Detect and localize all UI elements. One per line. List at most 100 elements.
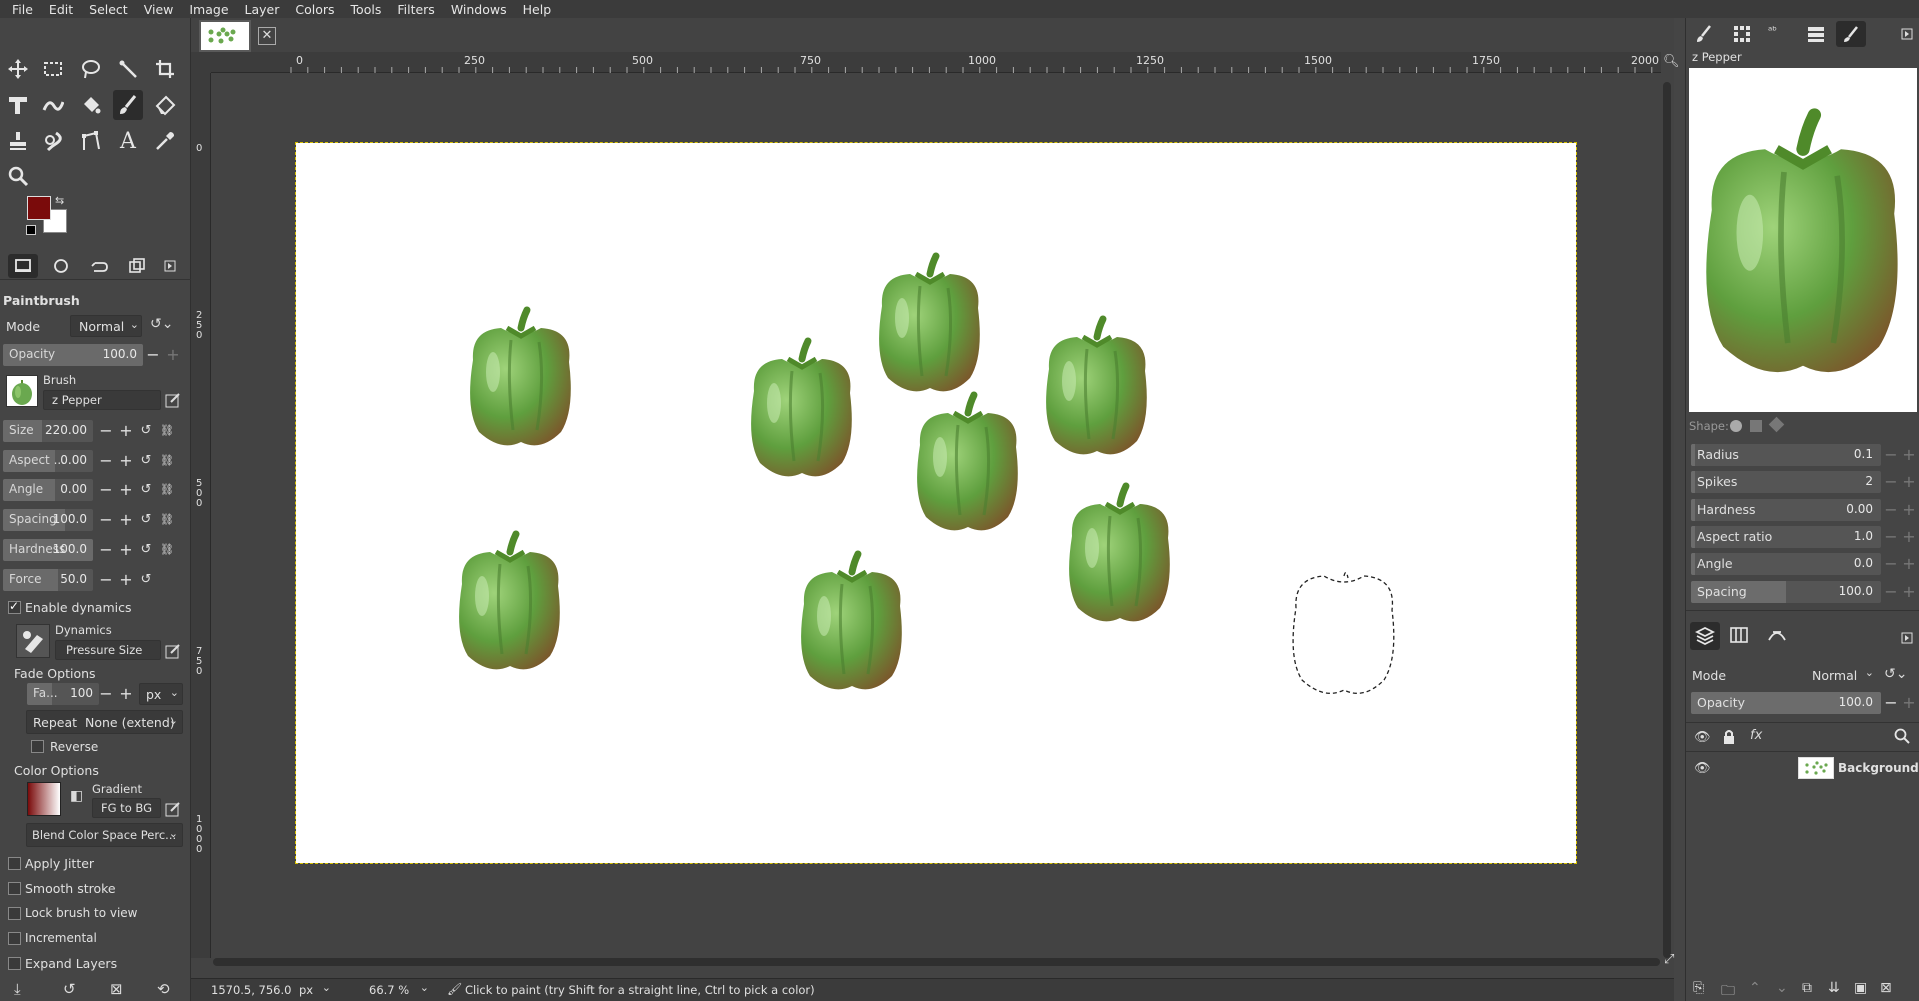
blend-color-space-select[interactable]: Blend Color Space Perc... ⌄ <box>26 823 183 847</box>
brush-angle-minus-button[interactable]: − <box>1882 553 1900 575</box>
spacing-reset-icon[interactable]: ↺ <box>137 509 155 531</box>
radius-plus-button[interactable]: + <box>1900 444 1918 466</box>
horizontal-ruler[interactable]: 0 250 500 750 1000 1250 1500 1750 2000 <box>211 52 1661 73</box>
force-minus-button[interactable]: − <box>97 569 115 591</box>
fade-plus-button[interactable]: + <box>117 683 135 705</box>
patterns-tab-icon[interactable] <box>1731 24 1753 47</box>
brush-spacing-plus-button[interactable]: + <box>1900 581 1918 603</box>
edit-brush-icon[interactable] <box>165 392 181 411</box>
configure-tab-icon[interactable] <box>1901 632 1913 647</box>
channels-tab-icon[interactable] <box>1729 626 1749 647</box>
close-image-icon[interactable]: ✕ <box>258 27 276 45</box>
paths-icon[interactable] <box>76 126 106 156</box>
menu-help[interactable]: Help <box>515 2 560 17</box>
add-mask-icon[interactable]: ▣ <box>1854 980 1867 996</box>
quick-mask-corner-icon[interactable] <box>191 52 211 73</box>
rect-select-icon[interactable] <box>38 54 68 84</box>
move-tool-icon[interactable] <box>3 54 33 84</box>
gradient-preview[interactable] <box>27 782 61 816</box>
bucket-fill-icon[interactable] <box>76 90 106 120</box>
clone-icon[interactable] <box>3 126 33 156</box>
default-colors-icon[interactable] <box>26 225 36 235</box>
brush-preview[interactable] <box>6 375 38 407</box>
horizontal-scrollbar[interactable] <box>213 958 1660 966</box>
menu-file[interactable]: File <box>4 2 41 17</box>
gradient-name-field[interactable]: FG to BG <box>92 798 161 818</box>
image-tab-thumbnail[interactable] <box>199 20 251 52</box>
opacity-plus-button[interactable]: + <box>164 344 182 366</box>
navigate-icon[interactable]: ⤢ <box>1664 952 1674 967</box>
layer-row[interactable]: 👁︎ Background <box>1686 755 1919 783</box>
radius-slider[interactable]: Radius 0.1 <box>1691 444 1881 466</box>
expand-layers-checkbox[interactable] <box>8 957 21 970</box>
brush-spacing-minus-button[interactable]: − <box>1882 581 1900 603</box>
restore-preset-icon[interactable]: ↺ <box>63 980 76 998</box>
radius-minus-button[interactable]: − <box>1882 444 1900 466</box>
spikes-slider[interactable]: Spikes 2 <box>1691 471 1881 493</box>
brush-angle-plus-button[interactable]: + <box>1900 553 1918 575</box>
brush-hardness-minus-button[interactable]: − <box>1882 499 1900 521</box>
angle-minus-button[interactable]: − <box>97 479 115 501</box>
new-layer-group-icon[interactable]: 🗀︎ <box>1721 980 1735 1001</box>
lock-header-icon[interactable] <box>1722 729 1736 748</box>
menu-edit[interactable]: Edit <box>41 2 81 17</box>
dynamics-name-field[interactable]: Pressure Size <box>55 640 161 660</box>
opacity-minus-button[interactable]: − <box>144 344 162 366</box>
force-slider[interactable]: Force 50.0 <box>3 569 93 591</box>
menu-view[interactable]: View <box>136 2 182 17</box>
brush-name-field[interactable]: z Pepper <box>43 390 161 410</box>
unified-transform-icon[interactable] <box>3 90 33 120</box>
undo-history-tab-icon[interactable] <box>84 254 114 278</box>
unit-select[interactable]: px ⌄ <box>291 980 333 1000</box>
edit-dynamics-icon[interactable] <box>165 643 181 662</box>
delete-preset-icon[interactable]: ⊠ <box>110 980 123 998</box>
layer-mode-select[interactable]: Normal ⌄ <box>1804 664 1876 686</box>
fuzzy-select-icon[interactable] <box>113 54 143 84</box>
paintbrush-icon[interactable] <box>113 90 143 120</box>
aspect-minus-button[interactable]: − <box>97 450 115 472</box>
apply-jitter-checkbox[interactable] <box>8 857 21 870</box>
reset-layer-mode-icon[interactable]: ↺⌄ <box>1884 666 1907 682</box>
menu-tools[interactable]: Tools <box>343 2 390 17</box>
lock-brush-checkbox[interactable] <box>8 907 21 920</box>
brush-angle-slider[interactable]: Angle 0.0 <box>1691 553 1881 575</box>
configure-tab-icon[interactable] <box>160 254 180 278</box>
images-tab-icon[interactable] <box>122 254 152 278</box>
menu-image[interactable]: Image <box>181 2 236 17</box>
angle-slider[interactable]: Angle 0.00 <box>3 479 93 501</box>
brush-spacing-slider[interactable]: Spacing 100.0 <box>1691 581 1881 603</box>
hardness-slider[interactable]: Hardness 100.0 <box>3 539 93 561</box>
image-canvas[interactable] <box>295 142 1577 864</box>
aspect-ratio-minus-button[interactable]: − <box>1882 526 1900 548</box>
force-reset-icon[interactable]: ↺ <box>137 569 155 591</box>
spikes-minus-button[interactable]: − <box>1882 471 1900 493</box>
vertical-ruler[interactable]: 0 250 500 750 1000 <box>191 73 211 958</box>
layer-visibility-icon[interactable]: 👁︎ <box>1694 761 1711 776</box>
reset-options-icon[interactable]: ⟲ <box>157 980 170 998</box>
brush-hardness-slider[interactable]: Hardness 0.00 <box>1691 499 1881 521</box>
new-layer-icon[interactable]: ⎘ <box>1693 980 1704 996</box>
zoom-image-icon[interactable]: 🔍︎ <box>1663 54 1680 69</box>
layer-opacity-minus-button[interactable]: − <box>1882 692 1900 714</box>
brush-editor-name[interactable]: z Pepper <box>1692 50 1742 64</box>
size-minus-button[interactable]: − <box>97 420 115 442</box>
hardness-link-icon[interactable]: ⛓ <box>158 539 176 561</box>
spikes-plus-button[interactable]: + <box>1900 471 1918 493</box>
foreground-color-swatch[interactable] <box>27 196 51 220</box>
paths-tab-icon[interactable] <box>1767 626 1787 647</box>
layers-tab-icon[interactable] <box>1690 622 1720 650</box>
smooth-stroke-checkbox[interactable] <box>8 882 21 895</box>
save-preset-icon[interactable]: ⤓ <box>14 980 21 998</box>
fade-unit-select[interactable]: px ⌄ <box>139 683 183 705</box>
warp-transform-icon[interactable] <box>38 90 68 120</box>
spacing-plus-button[interactable]: + <box>117 509 135 531</box>
aspect-ratio-plus-button[interactable]: + <box>1900 526 1918 548</box>
size-link-icon[interactable]: ⛓ <box>158 420 176 442</box>
hardness-plus-button[interactable]: + <box>117 539 135 561</box>
hardness-reset-icon[interactable]: ↺ <box>137 539 155 561</box>
circle-shape-icon[interactable] <box>1730 420 1742 432</box>
visibility-header-icon[interactable]: 👁︎ <box>1694 730 1711 745</box>
menu-windows[interactable]: Windows <box>443 2 515 17</box>
dock-separator[interactable] <box>1686 610 1919 613</box>
effects-header-icon[interactable]: fx <box>1750 728 1762 743</box>
